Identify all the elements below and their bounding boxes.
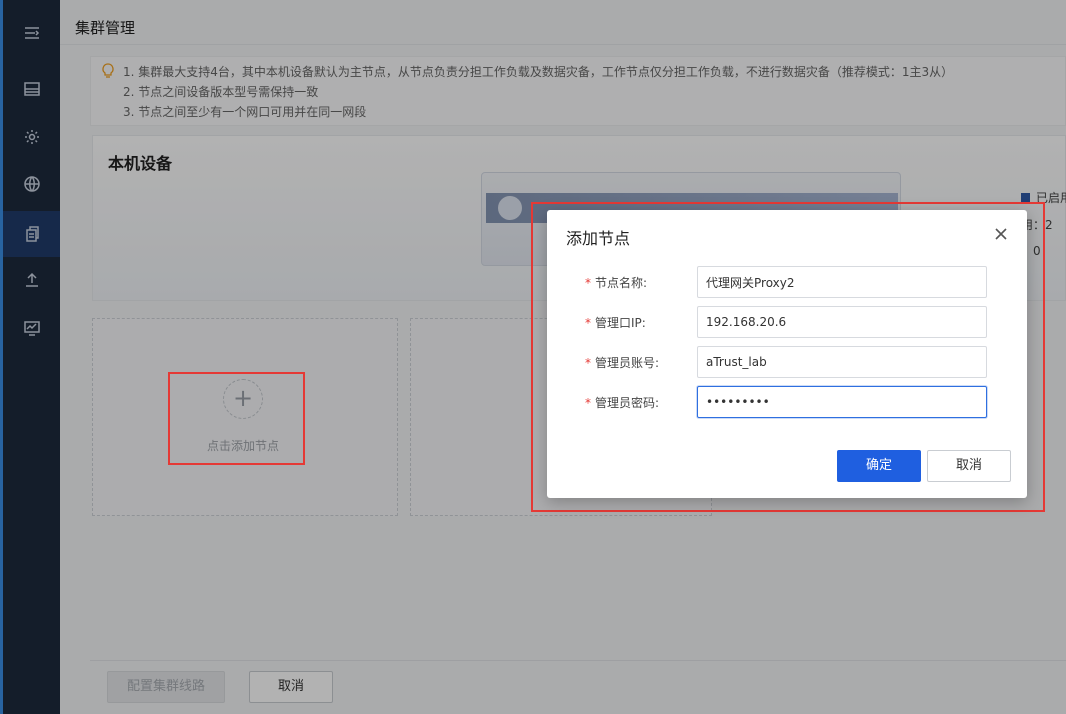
- highlight-add-node: [168, 372, 305, 465]
- dialog-title: 添加节点: [566, 229, 631, 248]
- dialog-cancel-button[interactable]: 取消: [927, 450, 1011, 482]
- close-icon[interactable]: [993, 226, 1009, 242]
- admin-account-label-text: 管理员账号:: [595, 356, 660, 370]
- add-node-dialog: 添加节点 * 节点名称: * 管理口IP: * 管理员账号: * 管理员密码: 确定 取…: [547, 210, 1027, 498]
- mgmt-ip-label-text: 管理口IP:: [595, 316, 646, 330]
- admin-password-input[interactable]: [697, 386, 987, 418]
- field-mgmt-ip: * 管理口IP:: [547, 306, 1027, 338]
- admin-password-label: * 管理员密码:: [585, 394, 659, 411]
- admin-account-label: * 管理员账号:: [585, 354, 659, 371]
- field-admin-account: * 管理员账号:: [547, 346, 1027, 378]
- field-admin-password: * 管理员密码:: [547, 386, 1027, 418]
- node-name-label: * 节点名称:: [585, 274, 647, 291]
- mgmt-ip-label: * 管理口IP:: [585, 314, 646, 331]
- admin-password-label-text: 管理员密码:: [595, 396, 660, 410]
- required-mark: *: [585, 316, 591, 330]
- required-mark: *: [585, 356, 591, 370]
- confirm-button[interactable]: 确定: [837, 450, 921, 482]
- node-name-input[interactable]: [697, 266, 987, 298]
- field-node-name: * 节点名称:: [547, 266, 1027, 298]
- node-name-label-text: 节点名称:: [595, 276, 648, 290]
- required-mark: *: [585, 396, 591, 410]
- mgmt-ip-input[interactable]: [697, 306, 987, 338]
- required-mark: *: [585, 276, 591, 290]
- admin-account-input[interactable]: [697, 346, 987, 378]
